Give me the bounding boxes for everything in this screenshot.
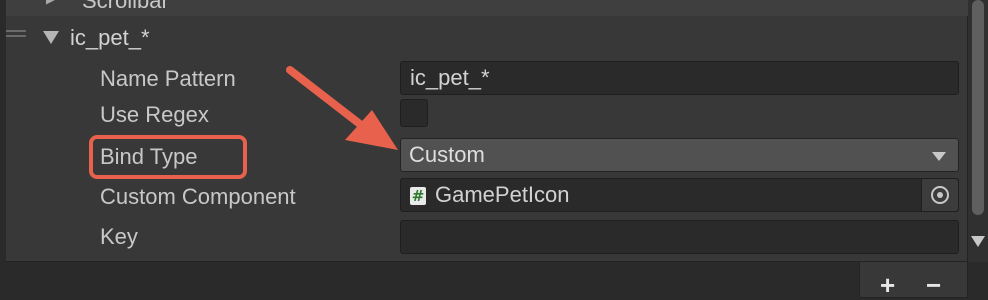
annotation-arrow <box>286 66 398 150</box>
